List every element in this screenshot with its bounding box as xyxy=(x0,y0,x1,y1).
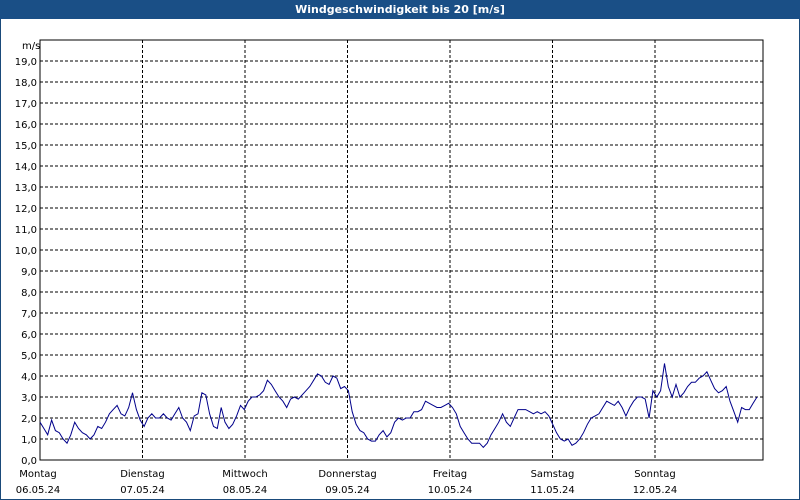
x-tick-date: 06.05.24 xyxy=(16,485,61,496)
x-tick-date: 11.05.24 xyxy=(530,485,575,496)
y-tick-label: 9,0 xyxy=(21,267,37,278)
x-tick-weekday: Mittwoch xyxy=(222,469,267,480)
y-tick-label: 11,0 xyxy=(15,225,37,236)
x-tick-weekday: Freitag xyxy=(433,469,467,480)
x-tick-date: 12.05.24 xyxy=(633,485,678,496)
x-tick-weekday: Donnerstag xyxy=(318,469,376,480)
y-tick-label: 16,0 xyxy=(15,120,37,131)
y-tick-label: 17,0 xyxy=(15,99,37,110)
x-tick-weekday: Dienstag xyxy=(120,469,165,480)
y-tick-label: 5,0 xyxy=(21,351,37,362)
y-tick-label: 12,0 xyxy=(15,204,37,215)
y-tick-label: 1,0 xyxy=(21,435,37,446)
x-tick-date: 10.05.24 xyxy=(428,485,473,496)
x-tick-weekday: Samstag xyxy=(531,469,575,480)
y-tick-label: 10,0 xyxy=(15,246,37,257)
y-tick-label: 14,0 xyxy=(15,162,37,173)
y-tick-label: 15,0 xyxy=(15,141,37,152)
y-tick-label: 3,0 xyxy=(21,393,37,404)
y-tick-label: 0,0 xyxy=(21,456,37,467)
y-tick-label: 19,0 xyxy=(15,57,37,68)
x-tick-weekday: Montag xyxy=(19,469,56,480)
y-tick-label: 2,0 xyxy=(21,414,37,425)
y-tick-label: 4,0 xyxy=(21,372,37,383)
x-tick-date: 09.05.24 xyxy=(325,485,370,496)
y-tick-label: 6,0 xyxy=(21,330,37,341)
chart-canvas: m/s 0,0 1,0 2,0 3,0 4,0 5,0 6,0 7,0 8,0 9,0 10,0 11… xyxy=(15,39,764,496)
y-axis-unit: m/s xyxy=(22,41,40,52)
x-tick-weekday: Sonntag xyxy=(634,469,676,480)
x-tick-date: 07.05.24 xyxy=(120,485,165,496)
y-tick-label: 8,0 xyxy=(21,288,37,299)
y-tick-label: 18,0 xyxy=(15,78,37,89)
y-tick-label: 13,0 xyxy=(15,183,37,194)
x-tick-date: 08.05.24 xyxy=(223,485,268,496)
y-tick-label: 7,0 xyxy=(21,309,37,320)
